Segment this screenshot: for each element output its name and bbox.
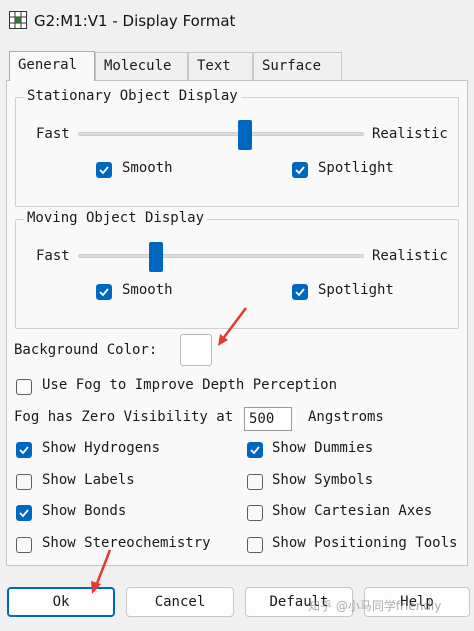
- tab-general[interactable]: General: [9, 51, 95, 81]
- moving-smooth-checkbox[interactable]: [96, 284, 112, 300]
- moving-slider-track[interactable]: [78, 254, 364, 258]
- moving-legend: Moving Object Display: [24, 210, 208, 226]
- moving-spotlight-label: Spotlight: [318, 282, 394, 298]
- show-hydrogens-label: Show Hydrogens: [42, 440, 161, 456]
- stationary-legend: Stationary Object Display: [24, 88, 241, 104]
- tab-text[interactable]: Text: [188, 52, 253, 80]
- moving-spotlight-checkbox[interactable]: [292, 284, 308, 300]
- fog-zero-label: Fog has Zero Visibility at: [14, 409, 234, 425]
- tab-general-label: General: [18, 57, 78, 73]
- moving-smooth-label: Smooth: [122, 282, 173, 298]
- checkmark-icon: [19, 509, 29, 518]
- show-stereochemistry-checkbox[interactable]: [16, 537, 32, 553]
- checkmark-icon: [19, 446, 29, 455]
- stationary-spotlight-checkbox[interactable]: [292, 162, 308, 178]
- show-bonds-checkbox[interactable]: [16, 505, 32, 521]
- checkmark-icon: [250, 446, 260, 455]
- show-cartesian-axes-checkbox[interactable]: [247, 505, 263, 521]
- moving-realistic-label: Realistic: [372, 248, 448, 264]
- moving-slider-thumb[interactable]: [148, 242, 163, 272]
- show-stereochemistry-label: Show Stereochemistry: [42, 535, 211, 551]
- stationary-slider-thumb[interactable]: [238, 120, 253, 150]
- stationary-group: Stationary Object Display Fast Realistic…: [15, 88, 459, 207]
- show-symbols-label: Show Symbols: [272, 472, 374, 488]
- use-fog-label: Use Fog to Improve Depth Perception: [42, 377, 338, 393]
- moving-fast-label: Fast: [36, 248, 70, 264]
- cancel-button-label: Cancel: [154, 594, 206, 610]
- ok-button[interactable]: Ok: [7, 587, 115, 617]
- show-positioning-tools-label: Show Positioning Tools: [272, 535, 458, 551]
- stationary-realistic-label: Realistic: [372, 126, 448, 142]
- tab-text-label: Text: [197, 58, 231, 74]
- show-labels-label: Show Labels: [42, 472, 135, 488]
- title-bar: G2:M1:V1 - Display Format: [0, 0, 474, 44]
- checkmark-icon: [99, 166, 109, 175]
- app-grid-icon: [9, 11, 27, 29]
- show-symbols-checkbox[interactable]: [247, 474, 263, 490]
- use-fog-checkbox[interactable]: [16, 379, 32, 395]
- stationary-smooth-label: Smooth: [122, 160, 173, 176]
- tab-molecule-label: Molecule: [104, 58, 172, 74]
- cancel-button[interactable]: Cancel: [126, 587, 234, 617]
- checkmark-icon: [295, 288, 305, 297]
- show-dummies-checkbox[interactable]: [247, 442, 263, 458]
- checkmark-icon: [99, 288, 109, 297]
- ok-button-label: Ok: [52, 594, 70, 610]
- show-bonds-label: Show Bonds: [42, 503, 127, 519]
- show-cartesian-axes-label: Show Cartesian Axes: [272, 503, 433, 519]
- checkmark-icon: [295, 166, 305, 175]
- stationary-fast-label: Fast: [36, 126, 70, 142]
- fog-unit-label: Angstroms: [308, 409, 384, 425]
- show-dummies-label: Show Dummies: [272, 440, 374, 456]
- tab-surface-label: Surface: [262, 58, 322, 74]
- tab-surface[interactable]: Surface: [253, 52, 342, 80]
- stationary-slider-track[interactable]: [78, 132, 364, 136]
- background-color-swatch[interactable]: [180, 334, 212, 366]
- window-title: G2:M1:V1 - Display Format: [34, 12, 236, 30]
- background-color-label: Background Color:: [14, 342, 158, 358]
- general-panel: Stationary Object Display Fast Realistic…: [6, 80, 468, 566]
- fog-distance-input[interactable]: 500: [244, 407, 292, 431]
- watermark: 知乎 @小马同学friendly: [308, 599, 442, 613]
- tab-molecule[interactable]: Molecule: [95, 52, 188, 80]
- stationary-spotlight-label: Spotlight: [318, 160, 394, 176]
- show-hydrogens-checkbox[interactable]: [16, 442, 32, 458]
- show-labels-checkbox[interactable]: [16, 474, 32, 490]
- show-positioning-tools-checkbox[interactable]: [247, 537, 263, 553]
- stationary-smooth-checkbox[interactable]: [96, 162, 112, 178]
- moving-group: Moving Object Display Fast Realistic Smo…: [15, 210, 459, 329]
